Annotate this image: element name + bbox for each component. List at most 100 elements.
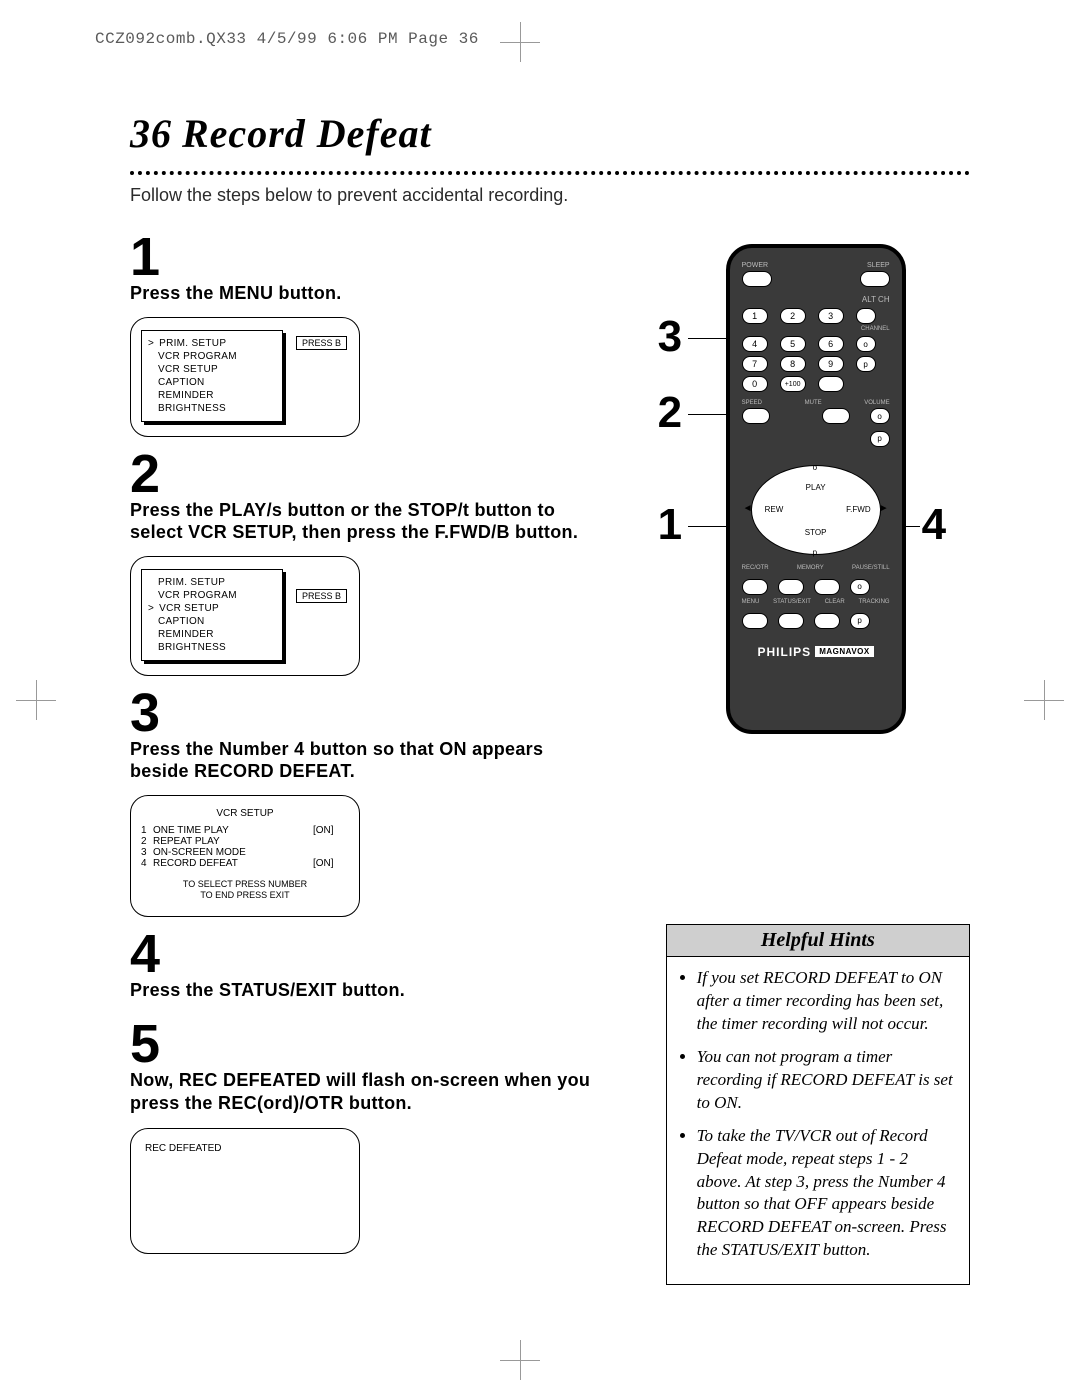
step-1-screen: PRESS B > PRIM. SETUP VCR PROGRAM VCR SE… — [130, 317, 360, 437]
volume-up-button[interactable]: o — [870, 408, 890, 424]
label-menu: MENU — [742, 599, 760, 605]
setup-row0-lbl: ONE TIME PLAY — [153, 825, 313, 836]
page-number: 36 — [130, 110, 172, 157]
callout-3: 3 — [658, 312, 682, 362]
remote-key-3[interactable]: 3 — [818, 308, 844, 324]
step-2-text: Press the PLAY/s button or the STOP/t bu… — [130, 499, 606, 544]
title-dotted-rule — [130, 163, 970, 175]
callout-4: 4 — [922, 500, 946, 550]
channel-down-button[interactable]: p — [856, 356, 876, 372]
up-arrow-icon: o — [813, 463, 817, 472]
label-sleep: SLEEP — [867, 262, 890, 269]
hint-1: If you set RECORD DEFEAT to ON after a t… — [697, 967, 957, 1036]
statusexit-button[interactable] — [778, 613, 804, 629]
step-5-text: Now, REC DEFEATED will flash on-screen w… — [130, 1069, 606, 1114]
brand-philips: PHILIPS — [758, 645, 812, 659]
remote-key-9[interactable]: 9 — [818, 356, 844, 372]
menu-button[interactable] — [742, 613, 768, 629]
menu1-item3: CAPTION — [158, 377, 205, 388]
step-4-text: Press the STATUS/EXIT button. — [130, 979, 606, 1002]
callout-1: 1 — [658, 500, 682, 550]
step-5-screen: REC DEFEATED — [130, 1128, 360, 1254]
label-volume: VOLUME — [864, 400, 889, 406]
rew-button[interactable]: REW — [765, 505, 784, 514]
label-altch: ALT CH — [862, 295, 890, 304]
power-button[interactable] — [742, 271, 772, 287]
step-3-screen: VCR SETUP 1ONE TIME PLAY[ON] 2REPEAT PLA… — [130, 795, 360, 917]
menu2-item5: BRIGHTNESS — [158, 642, 226, 653]
tracking-down-button[interactable]: p — [850, 613, 870, 629]
label-recotr: REC/OTR — [742, 565, 769, 571]
label-pausestill: PAUSE/STILL — [852, 565, 890, 571]
remote-key-4[interactable]: 4 — [742, 336, 768, 352]
press-b-2: PRESS B — [296, 589, 347, 603]
speed-button[interactable] — [742, 408, 770, 424]
menu2-item1: VCR PROGRAM — [158, 590, 237, 601]
label-memory: MEMORY — [797, 565, 824, 571]
hint-3: To take the TV/VCR out of Record Defeat … — [697, 1125, 957, 1263]
memory-button[interactable] — [778, 579, 804, 595]
right-arrow-icon: ► — [879, 503, 889, 514]
nav-ring: PLAY STOP REW F.FWD o p ◄ ► — [751, 465, 881, 555]
setup-row2-val — [313, 847, 349, 858]
helpful-hints-box: Helpful Hints If you set RECORD DEFEAT t… — [666, 924, 970, 1285]
stop-button[interactable]: STOP — [751, 528, 881, 537]
recotr-button[interactable] — [742, 579, 768, 595]
menu1-item0: PRIM. SETUP — [159, 338, 226, 349]
remote-key-plus100[interactable]: +100 — [780, 376, 806, 392]
label-channel: CHANNEL — [742, 326, 890, 332]
step-2-number: 2 — [130, 447, 606, 501]
page-title: Record Defeat — [182, 110, 432, 157]
callout-2: 2 — [658, 388, 682, 438]
setup-footer1: TO SELECT PRESS NUMBER — [141, 879, 349, 891]
hint-2: You can not program a timer recording if… — [697, 1046, 957, 1115]
setup-row1-n: 2 — [141, 836, 153, 847]
setup-row2-lbl: ON-SCREEN MODE — [153, 847, 313, 858]
menu1-item2: VCR SETUP — [158, 364, 218, 375]
label-tracking: TRACKING — [859, 599, 890, 605]
remote-key-5[interactable]: 5 — [780, 336, 806, 352]
setup-title: VCR SETUP — [141, 808, 349, 819]
setup-row2-n: 3 — [141, 847, 153, 858]
tracking-up-button[interactable]: o — [850, 579, 870, 595]
down-arrow-icon: p — [813, 548, 817, 557]
step-4-number: 4 — [130, 927, 606, 981]
remote-key-2[interactable]: 2 — [780, 308, 806, 324]
label-clear: CLEAR — [825, 599, 845, 605]
sleep-button[interactable] — [860, 271, 890, 287]
remote-key-6[interactable]: 6 — [818, 336, 844, 352]
remote-brand: PHILIPSMAGNAVOX — [742, 643, 890, 661]
setup-row0-val: [ON] — [313, 825, 349, 836]
volume-down-button[interactable]: p — [870, 431, 890, 447]
remote-key-0[interactable]: 0 — [742, 376, 768, 392]
play-button[interactable]: PLAY — [751, 483, 881, 492]
pausestill-button[interactable] — [814, 579, 840, 595]
intro-text: Follow the steps below to prevent accide… — [130, 185, 970, 206]
menu1-item4: REMINDER — [158, 390, 214, 401]
setup-footer2: TO END PRESS EXIT — [141, 890, 349, 902]
setup-row3-n: 4 — [141, 858, 153, 869]
menu2-item4: REMINDER — [158, 629, 214, 640]
remote-illustration: 3 2 1 4 — [666, 244, 970, 784]
remote-key-1[interactable]: 1 — [742, 308, 768, 324]
menu2-item0: PRIM. SETUP — [158, 577, 225, 588]
left-arrow-icon: ◄ — [743, 503, 753, 514]
remote-key-extra[interactable] — [818, 376, 844, 392]
ffwd-button[interactable]: F.FWD — [846, 505, 870, 514]
setup-row1-lbl: REPEAT PLAY — [153, 836, 313, 847]
step-1-number: 1 — [130, 230, 606, 284]
clear-button[interactable] — [814, 613, 840, 629]
step-5-number: 5 — [130, 1017, 606, 1071]
channel-up-button[interactable]: o — [856, 336, 876, 352]
altch-button[interactable] — [856, 308, 876, 324]
mute-button[interactable] — [822, 408, 850, 424]
remote-key-8[interactable]: 8 — [780, 356, 806, 372]
step-3-text: Press the Number 4 button so that ON app… — [130, 738, 606, 783]
crop-mark-bottom — [500, 1340, 540, 1380]
remote-key-7[interactable]: 7 — [742, 356, 768, 372]
label-power: POWER — [742, 262, 768, 269]
label-speed: SPEED — [742, 400, 762, 406]
brand-magnavox: MAGNAVOX — [815, 646, 874, 657]
label-statusexit: STATUS/EXIT — [773, 599, 811, 605]
menu2-item2: VCR SETUP — [159, 603, 219, 614]
